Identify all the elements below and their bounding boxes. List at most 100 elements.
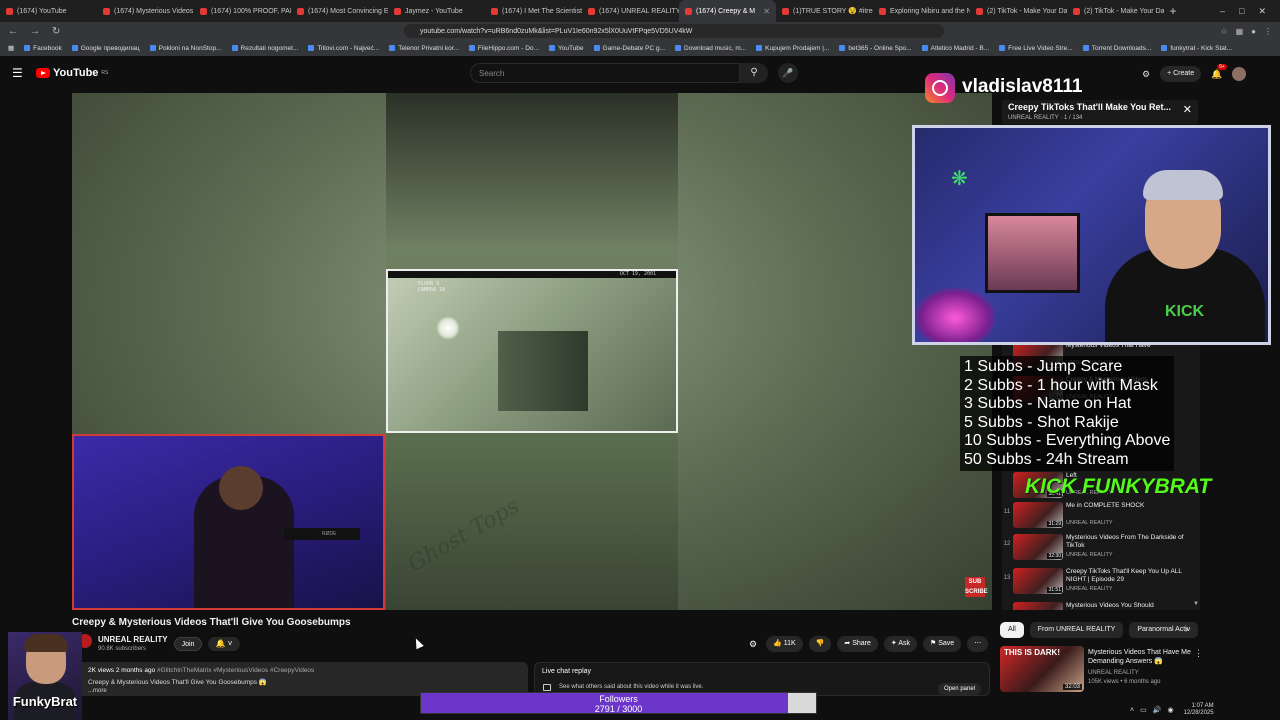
profile-icon[interactable]: ● <box>1251 27 1256 36</box>
browser-tab[interactable]: (1674) Mysterious Videos N <box>97 0 194 22</box>
network-icon[interactable]: ◉ <box>1167 706 1173 714</box>
bookmark-item[interactable]: Rezultati nogomet... <box>231 45 298 52</box>
bookmark-item[interactable]: funkytrat - Kick Stat... <box>1161 45 1232 52</box>
url-field[interactable]: youtube.com/watch?v=uRB6nd0zuMk&list=PLu… <box>404 24 944 38</box>
playlist-title[interactable]: Creepy TikToks That'll Make You Ret... <box>1008 102 1178 112</box>
microphone-icon[interactable]: 🎤 <box>778 63 798 83</box>
browser-tab[interactable]: Exploring Nibiru and the N <box>873 0 970 22</box>
browser-menu-icon[interactable]: ⋮ <box>1264 27 1272 36</box>
chevron-down-icon[interactable]: ▼ <box>1193 601 1199 607</box>
back-icon[interactable]: ← <box>8 26 18 37</box>
tab-label: (1674) Creepy & M <box>696 7 756 15</box>
close-window-icon[interactable]: ✕ <box>1258 6 1266 17</box>
bookmark-item[interactable]: Titlovi.com - Najveć... <box>308 45 379 52</box>
maximize-icon[interactable]: □ <box>1239 6 1244 17</box>
playlist-item[interactable]: 12 32:30 Mysterious Videos From The Darksi… <box>1002 532 1200 562</box>
create-button[interactable]: + Create <box>1160 66 1202 82</box>
browser-tab[interactable]: (1674) YouTube <box>0 0 97 22</box>
microphone-arm: RØDE <box>284 528 360 540</box>
join-button[interactable]: Join <box>174 637 202 651</box>
apps-grid-icon[interactable]: ▦ <box>8 44 14 52</box>
playlist-thumbnail[interactable]: 31:29 <box>1013 502 1063 528</box>
bookmark-item[interactable]: bet365 - Online Spo... <box>839 45 912 52</box>
user-avatar[interactable] <box>1232 67 1247 81</box>
cast-icon[interactable]: ⚙ <box>1142 69 1150 80</box>
menu-icon[interactable]: ☰ <box>12 66 23 80</box>
close-icon[interactable]: ✕ <box>1183 103 1192 116</box>
chevron-up-icon[interactable]: ˄ <box>1130 707 1134 714</box>
bookmark-item[interactable]: Free Live Video Stre... <box>999 45 1073 52</box>
bookmark-label: Kupujem Prodajem |... <box>765 44 830 52</box>
bookmark-item[interactable]: YouTube <box>548 45 584 52</box>
browser-tab[interactable]: (1)TRUE STORY 😵 #itreere <box>776 0 873 22</box>
bookmark-favicon-icon <box>593 45 600 51</box>
bookmark-item[interactable]: Google преводилац <box>71 45 140 52</box>
recommended-channel[interactable]: UNREAL REALITY <box>1088 670 1139 676</box>
subscribe-watermark[interactable]: SUB SCRIBE <box>965 577 988 597</box>
bookmark-favicon-icon <box>921 45 928 51</box>
bookmark-item[interactable]: Facebook <box>24 45 62 52</box>
bookmark-item[interactable]: Pokloni na NonStop... <box>149 45 222 52</box>
playlist-item[interactable]: 13 31:51 Creepy TikToks That'll Keep You U… <box>1002 566 1200 596</box>
dislike-button[interactable]: 👎 <box>808 636 832 652</box>
browser-tab[interactable]: (1674) Creepy & M ✕ <box>679 0 776 22</box>
like-button[interactable]: 👍 11K <box>766 636 803 652</box>
browser-tab[interactable]: (1674) UNREAL REALITY - Y <box>582 0 679 22</box>
youtube-logo[interactable]: YouTube RS <box>36 67 108 79</box>
browser-tab[interactable]: (1674) I Met The Scientist T <box>485 0 582 22</box>
chat-icon <box>543 684 551 691</box>
search-input[interactable]: Search <box>470 63 740 83</box>
channel-name[interactable]: UNREAL REALITY <box>98 635 168 644</box>
speaker-icon[interactable]: 🔊 <box>1153 706 1162 714</box>
bookmark-favicon-icon <box>149 45 156 51</box>
new-tab-button[interactable]: + <box>1164 4 1182 18</box>
bookmark-item[interactable]: Torrent Downloads... <box>1082 45 1151 52</box>
browser-tab[interactable]: (2) TikTok - Make Your Day <box>1067 0 1164 22</box>
save-button[interactable]: ⚑ Save <box>923 636 962 652</box>
more-actions-icon[interactable]: ⋯ <box>967 636 989 652</box>
ask-button[interactable]: ✦ Ask <box>883 636 918 652</box>
forward-icon[interactable]: → <box>30 26 40 37</box>
browser-tab[interactable]: (1674) Most Convincing Evi <box>291 0 388 22</box>
tab-label: (1)TRUE STORY 😵 #itreere <box>793 8 873 15</box>
browser-tab[interactable]: (1674) 100% PROOF, PARA <box>194 0 291 22</box>
reload-icon[interactable]: ↻ <box>52 26 62 37</box>
bookmark-item[interactable]: Game-Debate PC g... <box>593 45 665 52</box>
playlist-item[interactable]: 11 31:29 Me in COMPLETE SHOCK UNREAL REALIT… <box>1002 500 1200 530</box>
bookmark-item[interactable]: Download music, m... <box>675 45 746 52</box>
playlist-item[interactable]: Mysterious Videos You Should <box>1002 600 1200 610</box>
more-options-icon[interactable]: ⋮ <box>1194 648 1203 659</box>
bookmark-star-icon[interactable]: ☆ <box>1220 27 1227 36</box>
description-box[interactable]: 2K views 2 months ago #GlitchInTheMatrix… <box>72 662 528 696</box>
tab-label: Jaymez - YouTube <box>405 7 463 15</box>
filter-chip[interactable]: All <box>1000 622 1024 638</box>
description-more[interactable]: ...more <box>88 688 107 694</box>
recommended-video[interactable]: THIS IS DARK! 32:03 Mysterious Videos Th… <box>1000 646 1200 692</box>
recommended-title[interactable]: Mysterious Videos That Have Me Demanding… <box>1088 648 1192 666</box>
browser-tab[interactable]: Jaymez - YouTube <box>388 0 485 22</box>
bookmark-item[interactable]: Telenor Privatni kor... <box>389 45 459 52</box>
open-panel-button[interactable]: Open panel <box>937 683 981 695</box>
recommended-thumbnail[interactable]: THIS IS DARK! 32:03 <box>1000 646 1084 692</box>
clock[interactable]: 1:07 AM 12/28/2025 <box>1184 703 1214 717</box>
filter-chip[interactable]: From UNREAL REALITY <box>1029 622 1124 638</box>
monitor-icon[interactable]: ▭ <box>1140 706 1147 714</box>
notifications-icon[interactable]: 🔔 9+ <box>1211 63 1227 80</box>
browser-tab[interactable]: (2) TikTok - Make Your Day <box>970 0 1067 22</box>
search-icon[interactable]: ⚲ <box>740 63 768 83</box>
clock-time: 1:07 AM <box>1191 703 1214 709</box>
playlist-thumbnail[interactable] <box>1013 602 1063 610</box>
settings-gear-icon[interactable]: ⚙ <box>746 636 760 652</box>
share-button[interactable]: ➦ Share <box>837 636 878 652</box>
playlist-thumbnail[interactable]: 31:51 <box>1013 568 1063 594</box>
bookmark-item[interactable]: FileHippo.com - Do... <box>468 45 539 52</box>
playlist-thumbnail[interactable]: 32:30 <box>1013 534 1063 560</box>
close-tab-icon[interactable]: ✕ <box>763 7 770 16</box>
extensions-icon[interactable]: ▦ <box>1236 27 1244 36</box>
minimize-icon[interactable]: – <box>1220 6 1225 17</box>
bookmark-item[interactable]: Kupujem Prodajem |... <box>756 45 829 52</box>
bookmark-item[interactable]: Atletico Madrid - B... <box>921 45 989 52</box>
chevron-right-icon[interactable]: › <box>1185 624 1188 635</box>
notification-bell-button[interactable]: 🔔 ˅ <box>208 637 240 651</box>
hashtags[interactable]: #GlitchInTheMatrix #MysteriousVideos #Cr… <box>157 667 314 674</box>
